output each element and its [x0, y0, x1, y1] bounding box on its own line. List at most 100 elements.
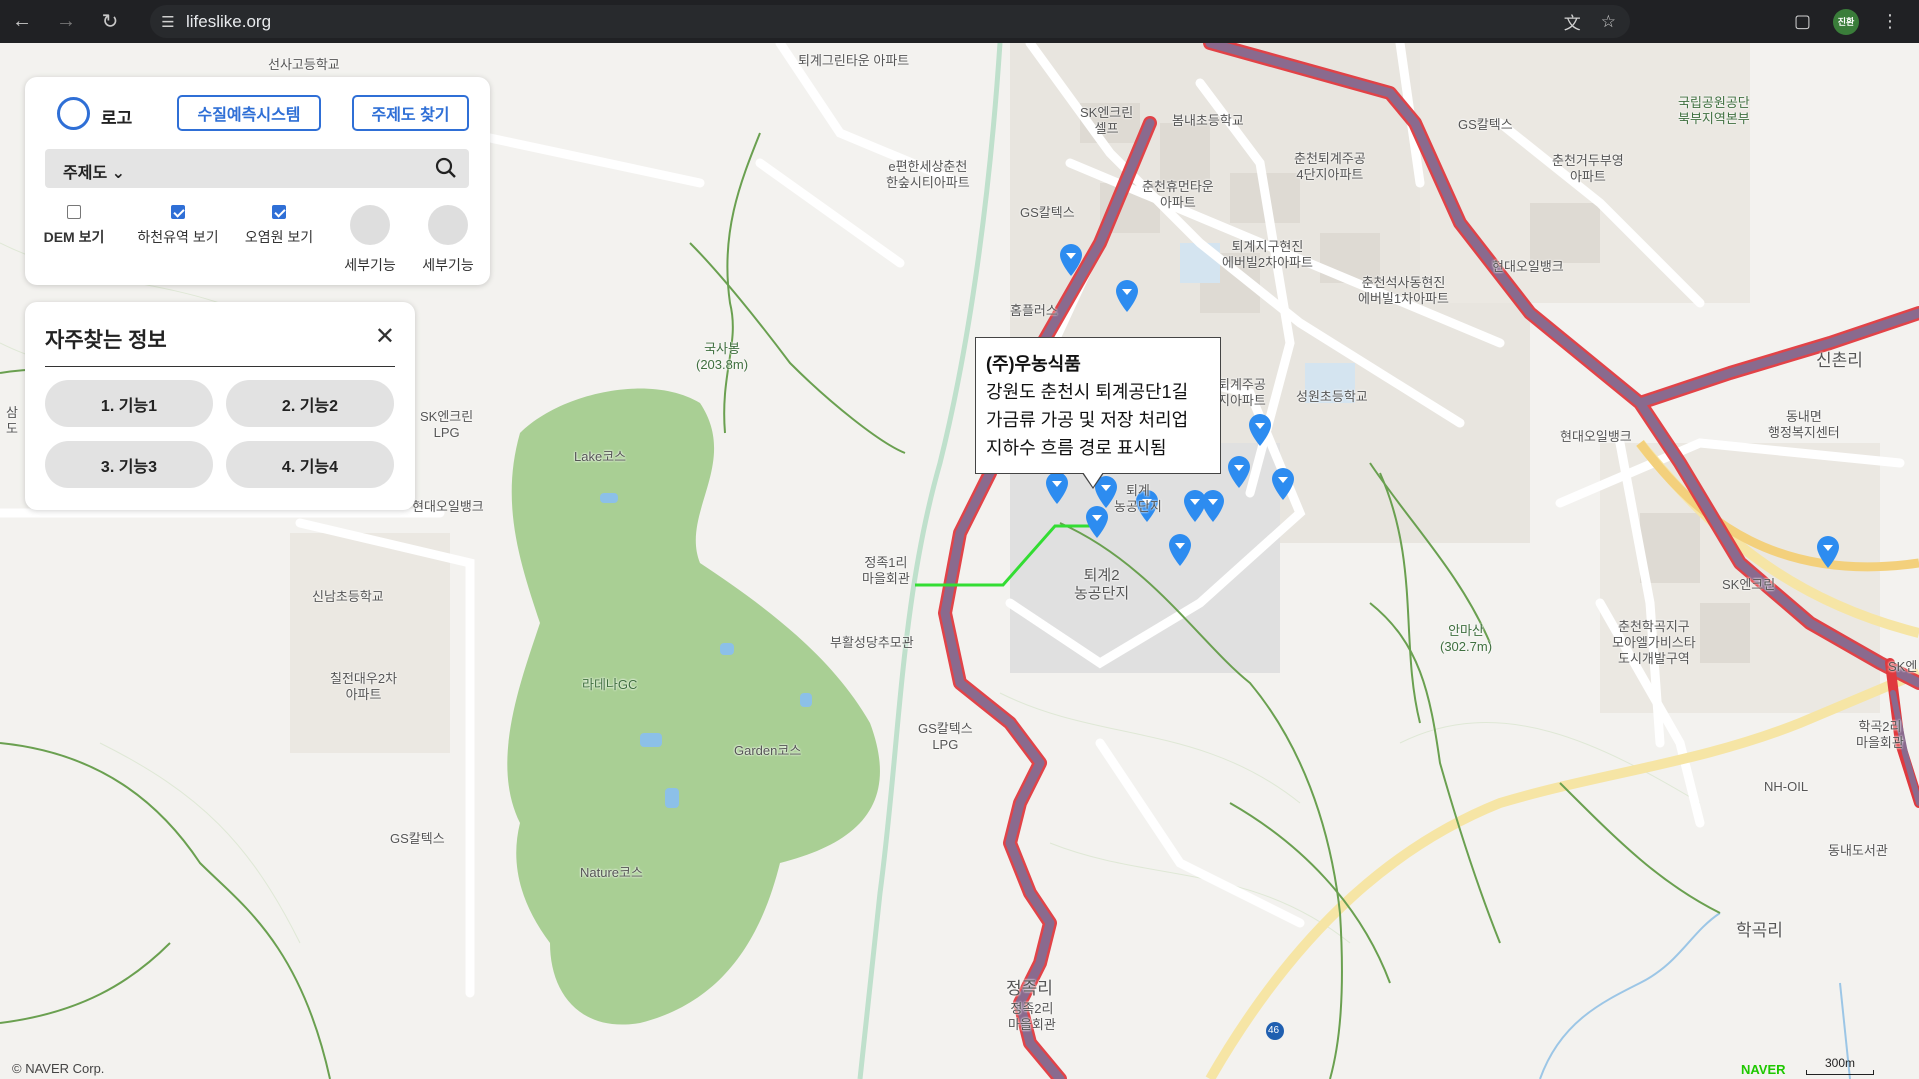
facility-popup: (주)우농식품 강원도 춘천시 퇴계공단1길 가금류 가공 및 저장 처리업 지… [975, 337, 1221, 474]
divider [45, 366, 395, 367]
back-icon[interactable]: ← [0, 0, 44, 43]
map-label: Nature코스 [580, 865, 643, 880]
map-label: SK엔크린 LPG [420, 409, 474, 440]
pollution-toggle[interactable]: 오염원 보기 [239, 205, 319, 247]
route-46-label: 46 [1268, 1025, 1280, 1036]
water-prediction-button[interactable]: 수질예측시스템 [177, 95, 321, 131]
pollution-pin-icon[interactable] [1044, 471, 1070, 505]
map-label: 퇴계2 농공단지 [1074, 567, 1130, 602]
map-label: 퇴계지구현진 에버빌2차아파트 [1222, 239, 1313, 270]
map-label: SK엔크린 [1722, 577, 1776, 592]
map-label: 춘천학곡지구 모아엘가비스타 도시개발구역 [1612, 619, 1696, 666]
detail-circle-icon[interactable] [428, 205, 468, 245]
map-label: GS칼텍스 [1458, 117, 1513, 132]
map-label: 춘천퇴계주공 4단지아파트 [1294, 151, 1366, 182]
map-label: 칠전대우2차 아파트 [330, 671, 398, 702]
pollution-pin-icon[interactable] [1058, 243, 1084, 277]
map-label: 라데나GC [582, 677, 638, 692]
map-label: SK엔크린 셀프 [1080, 105, 1134, 136]
address-bar[interactable]: ☰ lifeslike.org 文 ☆ [150, 5, 1630, 38]
map-label: 신남초등학교 [312, 589, 384, 604]
map-label: 부활성당추모관 [830, 635, 914, 650]
map-label: 정족리 [1006, 979, 1053, 998]
popup-tail [1082, 472, 1104, 489]
find-theme-map-button[interactable]: 주제도 찾기 [352, 95, 469, 131]
map-label: 신촌리 [1816, 351, 1863, 370]
frequent-info-panel: 자주찾는 정보 ✕ 1. 기능1 2. 기능2 3. 기능3 4. 기능4 [25, 302, 415, 510]
function-3-button[interactable]: 3. 기능3 [45, 441, 213, 488]
function-4-button[interactable]: 4. 기능4 [226, 441, 394, 488]
bookmark-star-icon[interactable]: ☆ [1601, 12, 1616, 32]
theme-search-bar[interactable]: 주제도 ⌄ [45, 149, 469, 188]
pollution-pin-icon[interactable] [1247, 413, 1273, 447]
scale-label: 300m [1824, 1056, 1856, 1070]
theme-select[interactable]: 주제도 ⌄ [63, 159, 125, 183]
facility-note: 지하수 흐름 경로 표시됨 [986, 438, 1167, 458]
map-label: 봄내초등학교 [1172, 113, 1244, 128]
map-label: 동내면 행정복지센터 [1768, 409, 1840, 440]
detail-button-2[interactable]: 세부기능 [415, 205, 481, 275]
logo-text: 로고 [101, 109, 133, 128]
map-label: 국립공원공단 북부지역본부 [1678, 95, 1750, 126]
detail-button-1[interactable]: 세부기능 [337, 205, 403, 275]
profile-avatar[interactable]: 진환 [1833, 8, 1859, 35]
map-label: 현대오일뱅크 [1492, 259, 1564, 274]
map-label: 퇴계 농공단지 [1114, 483, 1162, 514]
map-label: 춘천거두부영 아파트 [1552, 153, 1624, 184]
pollution-pin-icon[interactable] [1270, 467, 1296, 501]
watershed-checkbox[interactable] [171, 205, 185, 219]
frequent-title: 자주찾는 정보 [45, 329, 167, 352]
map-label: 춘천휴먼타운 아파트 [1142, 179, 1214, 210]
map-label: GS칼텍스 LPG [918, 721, 973, 752]
map-label: 퇴계주공 지아파트 [1218, 377, 1266, 408]
map-label: 현대오일뱅크 [1560, 429, 1632, 444]
map-credit: © NAVER Corp. [12, 1061, 105, 1076]
map-label: NH-OIL [1764, 779, 1809, 794]
map-label: 학곡리 [1736, 921, 1783, 940]
pollution-pin-icon[interactable] [1167, 533, 1193, 567]
map-label: SK엔 [1888, 659, 1918, 674]
function-1-button[interactable]: 1. 기능1 [45, 380, 213, 427]
browser-toolbar: ← → ↻ ☰ lifeslike.org 文 ☆ ▢ 진환 ⋮ [0, 0, 1919, 43]
map-label: 퇴계그린타운 아파트 [798, 53, 910, 68]
detail-circle-icon[interactable] [350, 205, 390, 245]
watershed-toggle[interactable]: 하천유역 보기 [130, 205, 226, 247]
pollution-checkbox[interactable] [272, 205, 286, 219]
close-icon[interactable]: ✕ [375, 322, 395, 351]
map-label: e편한세상춘천 한숲시티아파트 [886, 159, 970, 190]
pollution-label: 오염원 보기 [244, 229, 314, 245]
reload-icon[interactable]: ↻ [88, 0, 132, 43]
function-2-button[interactable]: 2. 기능2 [226, 380, 394, 427]
site-info-icon[interactable]: ☰ [150, 13, 186, 31]
map-label: GS칼텍스 [390, 831, 445, 846]
pollution-pin-icon[interactable] [1226, 455, 1252, 489]
facility-name: (주)우농식품 [986, 354, 1081, 374]
facility-business: 가금류 가공 및 저장 처리업 [986, 410, 1189, 430]
naver-logo[interactable]: NAVER [1741, 1062, 1786, 1077]
map-label: 학곡2리 마을회관 [1856, 719, 1904, 750]
menu-kebab-icon[interactable]: ⋮ [1881, 11, 1899, 32]
map-label: 춘천석사동현진 에버빌1차아파트 [1358, 275, 1449, 306]
map-label: GS칼텍스 [1020, 205, 1075, 220]
detail-label-1: 세부기능 [344, 257, 396, 273]
scale-bar [1806, 1070, 1874, 1075]
facility-address: 강원도 춘천시 퇴계공단1길 [986, 382, 1189, 402]
selected-pollution-pin-icon[interactable] [1084, 505, 1110, 539]
url-text: lifeslike.org [186, 11, 272, 31]
pollution-pin-icon[interactable] [1200, 489, 1226, 523]
map-label: 정족2리 마을회관 [1008, 1001, 1056, 1032]
map-label: Lake코스 [574, 449, 627, 464]
extensions-icon[interactable]: ▢ [1794, 11, 1811, 32]
map-label: 안마산 (302.7m) [1440, 623, 1493, 654]
search-icon[interactable] [435, 157, 457, 179]
pollution-pin-icon[interactable] [1815, 535, 1841, 569]
logo-circle-icon [57, 97, 90, 130]
pollution-pin-icon[interactable] [1114, 279, 1140, 313]
dem-label: DEM 보기 [43, 229, 105, 245]
control-panel: 로고 수질예측시스템 주제도 찾기 주제도 ⌄ DEM 보기 하천유역 보기 오… [25, 77, 490, 285]
translate-icon[interactable]: 文 [1564, 9, 1581, 34]
dem-checkbox[interactable] [67, 205, 81, 219]
map-label: 삼 도 [6, 405, 18, 436]
dem-toggle[interactable]: DEM 보기 [43, 205, 105, 247]
forward-icon[interactable]: → [44, 0, 88, 43]
